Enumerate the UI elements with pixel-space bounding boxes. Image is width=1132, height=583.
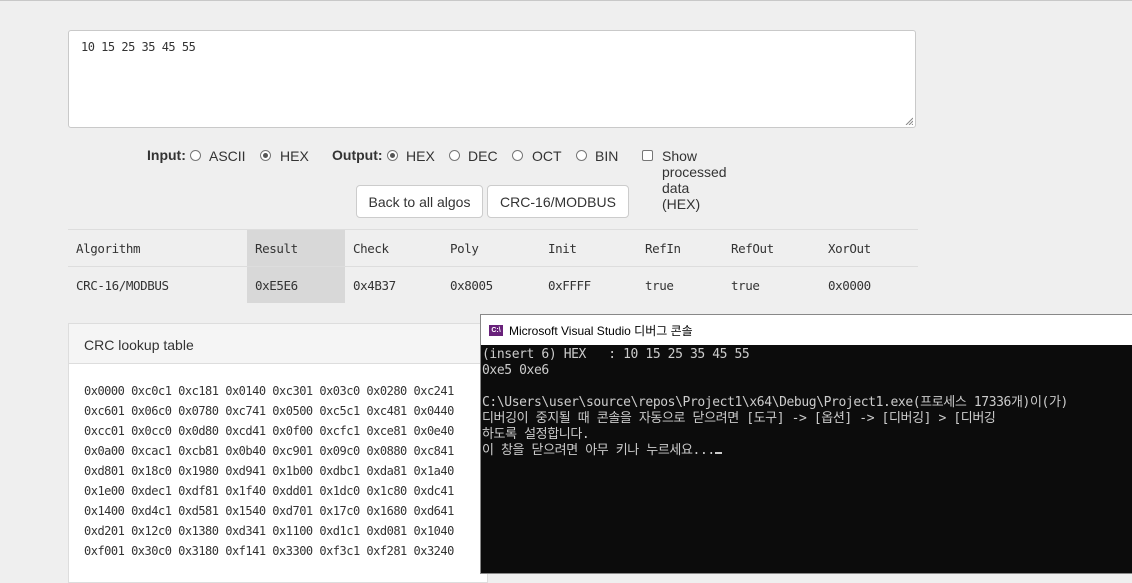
cell-poly: 0x8005 <box>450 278 493 293</box>
lookup-row: 0x0a00 0xcac1 0xcb81 0x0b40 0xc901 0x09c… <box>84 444 454 458</box>
console-line: C:\Users\user\source\repos\Project1\x64\… <box>482 395 1068 410</box>
cell-refin: true <box>645 278 674 293</box>
crc-lookup-panel: CRC lookup table 0x0000 0xc0c1 0xc181 0x… <box>68 323 488 583</box>
back-to-all-algos-button[interactable]: Back to all algos <box>356 185 483 218</box>
cell-result: 0xE5E6 <box>255 278 298 293</box>
lookup-table: 0x0000 0xc0c1 0xc181 0x0140 0xc301 0x03c… <box>84 381 454 561</box>
console-line: 디버깅이 중지될 때 콘솔을 자동으로 닫으려면 [도구] -> [옵션] ->… <box>482 411 996 426</box>
console-title: Microsoft Visual Studio 디버그 콘솔 <box>509 323 693 338</box>
output-oct-label: OCT <box>532 148 562 164</box>
console-line: 하도록 설정합니다. <box>482 427 590 442</box>
cell-refout: true <box>731 278 760 293</box>
input-text: 10 15 25 35 45 55 <box>81 40 196 54</box>
lookup-row: 0xd801 0x18c0 0x1980 0xd941 0x1b00 0xdbc… <box>84 464 454 478</box>
output-dec-radio[interactable] <box>449 150 460 161</box>
header-refin: RefIn <box>645 241 681 256</box>
resize-handle-icon[interactable] <box>905 117 913 125</box>
cell-init: 0xFFFF <box>548 278 591 293</box>
input-label: Input: <box>147 147 186 163</box>
table-header-row: Algorithm Result Check Poly Init RefIn R… <box>68 229 918 267</box>
crc16-modbus-button[interactable]: CRC-16/MODBUS <box>487 185 629 218</box>
output-hex-radio[interactable] <box>387 150 398 161</box>
console-line: 0xe5 0xe6 <box>482 363 549 378</box>
input-textarea[interactable]: 10 15 25 35 45 55 <box>68 30 916 128</box>
top-border <box>0 0 1132 1</box>
input-ascii-radio[interactable] <box>190 150 201 161</box>
show-processed-checkbox[interactable] <box>642 150 653 161</box>
cell-algorithm: CRC-16/MODBUS <box>76 278 169 293</box>
lookup-row: 0xcc01 0x0cc0 0x0d80 0xcd41 0x0f00 0xcfc… <box>84 424 454 438</box>
input-hex-label: HEX <box>280 148 309 164</box>
header-check: Check <box>353 241 389 256</box>
output-dec-label: DEC <box>468 148 498 164</box>
output-label: Output: <box>332 147 383 163</box>
cell-check: 0x4B37 <box>353 278 396 293</box>
console-prompt-line: 이 창을 닫으려면 아무 키나 누르세요... <box>482 443 1132 459</box>
debug-console-window[interactable]: C:\ Microsoft Visual Studio 디버그 콘솔 (inse… <box>480 314 1132 574</box>
header-poly: Poly <box>450 241 479 256</box>
table-row: CRC-16/MODBUS 0xE5E6 0x4B37 0x8005 0xFFF… <box>68 266 918 304</box>
lookup-row: 0xc601 0x06c0 0x0780 0xc741 0x0500 0xc5c… <box>84 404 454 418</box>
console-app-icon: C:\ <box>489 324 503 336</box>
lookup-row: 0x1400 0xd4c1 0xd581 0x1540 0xd701 0x17c… <box>84 504 454 518</box>
console-titlebar[interactable]: C:\ Microsoft Visual Studio 디버그 콘솔 <box>481 315 1132 345</box>
header-init: Init <box>548 241 577 256</box>
header-refout: RefOut <box>731 241 774 256</box>
input-hex-radio[interactable] <box>260 150 271 161</box>
output-oct-radio[interactable] <box>512 150 523 161</box>
console-line: (insert 6) HEX : 10 15 25 35 45 55 <box>482 347 750 362</box>
header-algorithm: Algorithm <box>76 241 141 256</box>
show-processed-label: Show processed data (HEX) <box>662 148 727 212</box>
output-bin-radio[interactable] <box>576 150 587 161</box>
lookup-row: 0x0000 0xc0c1 0xc181 0x0140 0xc301 0x03c… <box>84 384 454 398</box>
console-line: 이 창을 닫으려면 아무 키나 누르세요... <box>482 443 715 458</box>
output-bin-label: BIN <box>595 148 619 164</box>
header-result: Result <box>255 241 298 256</box>
lookup-row: 0xf001 0x30c0 0x3180 0xf141 0x3300 0xf3c… <box>84 544 454 558</box>
output-hex-label: HEX <box>406 148 435 164</box>
lookup-row: 0xd201 0x12c0 0x1380 0xd341 0x1100 0xd1c… <box>84 524 454 538</box>
header-xorout: XorOut <box>828 241 871 256</box>
cell-xorout: 0x0000 <box>828 278 871 293</box>
input-ascii-label: ASCII <box>209 148 246 164</box>
text-cursor <box>714 452 722 454</box>
lookup-row: 0x1e00 0xdec1 0xdf81 0x1f40 0xdd01 0x1dc… <box>84 484 454 498</box>
console-output: (insert 6) HEX : 10 15 25 35 45 55 0xe5 0… <box>481 345 1132 459</box>
lookup-title: CRC lookup table <box>69 324 487 364</box>
